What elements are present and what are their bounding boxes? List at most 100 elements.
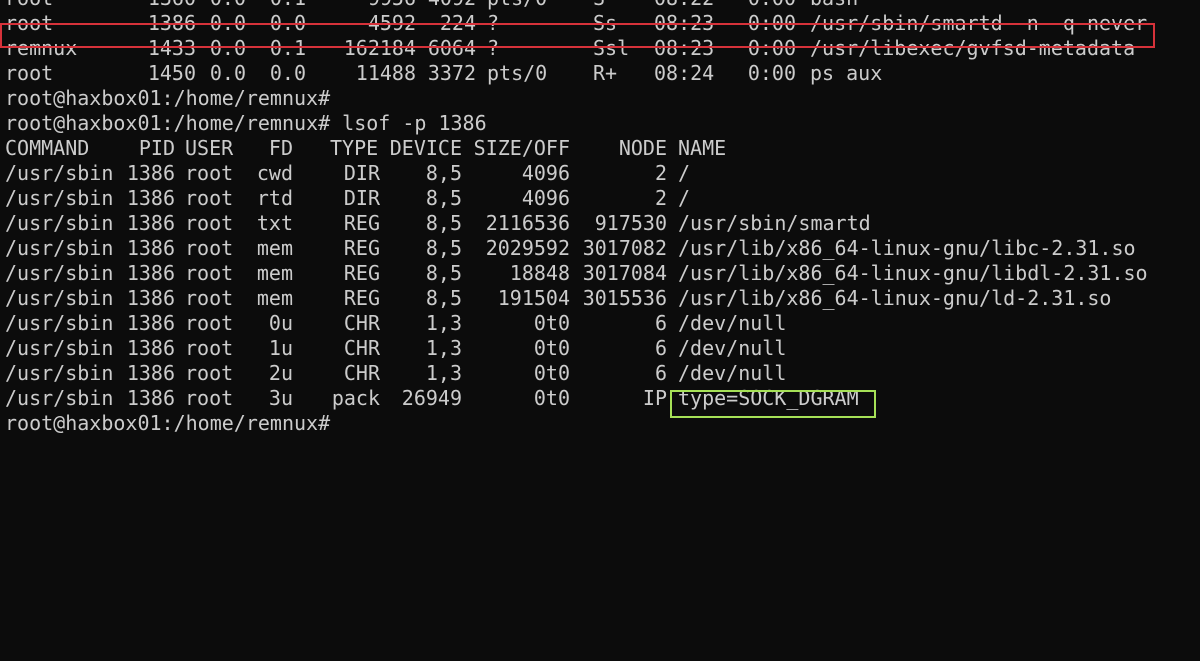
header-user: USER bbox=[185, 136, 234, 160]
ps-row: root 1386 0.0 0.0 4592 224 ? Ss 08:23 0:… bbox=[0, 11, 1200, 36]
ps-user: root bbox=[5, 0, 53, 11]
lsof-node: 3015536 bbox=[582, 286, 667, 310]
ps-cpu: 0.0 bbox=[209, 36, 246, 60]
lsof-device: 8,5 bbox=[425, 186, 462, 210]
ps-pid: 1386 bbox=[147, 11, 196, 35]
lsof-node: 3017082 bbox=[582, 236, 667, 260]
lsof-node: 6 bbox=[654, 336, 667, 360]
ps-mem: 0.1 bbox=[269, 36, 306, 60]
lsof-type: DIR bbox=[343, 186, 380, 210]
lsof-node: 2 bbox=[654, 161, 667, 185]
ps-start: 08:22 bbox=[654, 0, 714, 11]
header-type: TYPE bbox=[330, 136, 379, 160]
ps-tty: pts/0 bbox=[487, 0, 547, 11]
lsof-name: /usr/lib/x86_64-linux-gnu/libdl-2.31.so bbox=[678, 261, 1148, 285]
ps-pid: 1360 bbox=[148, 0, 196, 11]
lsof-size: 2116536 bbox=[485, 211, 570, 235]
ps-command: /usr/libexec/gvfsd-metadata bbox=[810, 36, 1136, 60]
ps-row: remnux 1433 0.0 0.1 162184 6064 ? Ssl 08… bbox=[0, 36, 1200, 61]
lsof-fd: 1u bbox=[268, 336, 293, 360]
lsof-command: /usr/sbin bbox=[5, 336, 114, 360]
lsof-pid: 1386 bbox=[126, 311, 175, 335]
lsof-command: /usr/sbin bbox=[5, 236, 114, 260]
lsof-command: /usr/sbin bbox=[5, 386, 114, 410]
lsof-fd: cwd bbox=[256, 161, 293, 185]
lsof-name: type=SOCK_DGRAM bbox=[678, 386, 859, 410]
lsof-user: root bbox=[185, 261, 234, 285]
lsof-device: 1,3 bbox=[425, 336, 462, 360]
lsof-user: root bbox=[185, 161, 234, 185]
header-device: DEVICE bbox=[389, 136, 462, 160]
lsof-device: 8,5 bbox=[425, 286, 462, 310]
ps-row: root 1450 0.0 0.0 11488 3372 pts/0 R+ 08… bbox=[0, 61, 1200, 86]
ps-user: root bbox=[5, 11, 54, 35]
lsof-type: REG bbox=[343, 286, 380, 310]
lsof-size: 0t0 bbox=[533, 336, 570, 360]
ps-user: root bbox=[5, 61, 54, 85]
lsof-size: 4096 bbox=[521, 186, 570, 210]
lsof-pid: 1386 bbox=[126, 261, 175, 285]
header-command: COMMAND bbox=[5, 136, 90, 160]
lsof-device: 26949 bbox=[401, 386, 462, 410]
lsof-row: /usr/sbin 1386 root 2u CHR 1,3 0t0 6 /de… bbox=[0, 361, 1200, 386]
lsof-row: /usr/sbin 1386 root 1u CHR 1,3 0t0 6 /de… bbox=[0, 336, 1200, 361]
lsof-type: REG bbox=[343, 236, 380, 260]
ps-mem: 0.0 bbox=[269, 11, 306, 35]
ps-start: 08:23 bbox=[654, 36, 715, 60]
shell-prompt: root@haxbox01:/home/remnux# bbox=[0, 86, 1200, 111]
lsof-size: 191504 bbox=[497, 286, 570, 310]
ps-cpu: 0.0 bbox=[209, 11, 246, 35]
ps-time: 0:00 bbox=[747, 61, 796, 85]
lsof-node: IP bbox=[642, 386, 667, 410]
lsof-user: root bbox=[185, 311, 234, 335]
lsof-device: 1,3 bbox=[425, 311, 462, 335]
lsof-user: root bbox=[185, 236, 234, 260]
ps-rss: 224 bbox=[439, 11, 476, 35]
lsof-fd: 3u bbox=[268, 386, 293, 410]
terminal-window[interactable]: root 1360 0.0 0.1 9956 4092 pts/0 S 08:2… bbox=[0, 0, 1200, 436]
ps-vsz: 9956 bbox=[368, 0, 416, 11]
ps-vsz: 4592 bbox=[367, 11, 416, 35]
lsof-fd: rtd bbox=[256, 186, 293, 210]
lsof-name: /dev/null bbox=[678, 361, 787, 385]
lsof-type: REG bbox=[343, 261, 380, 285]
lsof-fd: mem bbox=[256, 261, 293, 285]
lsof-header: COMMAND PID USER FD TYPE DEVICE SIZE/OFF… bbox=[0, 136, 1200, 161]
ps-mem: 0.0 bbox=[269, 61, 306, 85]
lsof-name: /dev/null bbox=[678, 311, 787, 335]
lsof-row: /usr/sbin 1386 root 0u CHR 1,3 0t0 6 /de… bbox=[0, 311, 1200, 336]
lsof-device: 1,3 bbox=[425, 361, 462, 385]
lsof-name: /usr/lib/x86_64-linux-gnu/ld-2.31.so bbox=[678, 286, 1112, 310]
lsof-name: / bbox=[678, 186, 691, 210]
lsof-type: REG bbox=[343, 211, 380, 235]
header-fd: FD bbox=[268, 136, 293, 160]
ps-cpu: 0.0 bbox=[209, 61, 246, 85]
ps-vsz: 11488 bbox=[355, 61, 416, 85]
lsof-pid: 1386 bbox=[126, 361, 175, 385]
lsof-user: root bbox=[185, 386, 234, 410]
lsof-node: 917530 bbox=[594, 211, 667, 235]
lsof-device: 8,5 bbox=[425, 211, 462, 235]
lsof-row: /usr/sbin 1386 root mem REG 8,5 2029592 … bbox=[0, 236, 1200, 261]
ps-stat: S bbox=[593, 0, 605, 11]
lsof-row: /usr/sbin 1386 root mem REG 8,5 18848 30… bbox=[0, 261, 1200, 286]
command-text: root@haxbox01:/home/remnux# lsof -p 1386 bbox=[5, 111, 487, 135]
header-size: SIZE/OFF bbox=[473, 136, 570, 160]
lsof-user: root bbox=[185, 336, 234, 360]
lsof-size: 0t0 bbox=[533, 311, 570, 335]
ps-tty: ? bbox=[487, 11, 500, 35]
lsof-pid: 1386 bbox=[126, 336, 175, 360]
lsof-node: 2 bbox=[654, 186, 667, 210]
lsof-device: 8,5 bbox=[425, 236, 462, 260]
ps-stat: Ssl bbox=[593, 36, 630, 60]
ps-rss: 4092 bbox=[428, 0, 476, 11]
lsof-command: /usr/sbin bbox=[5, 161, 114, 185]
lsof-size: 4096 bbox=[521, 161, 570, 185]
lsof-command: /usr/sbin bbox=[5, 211, 114, 235]
ps-rss: 3372 bbox=[427, 61, 476, 85]
lsof-user: root bbox=[185, 186, 234, 210]
header-name: NAME bbox=[678, 136, 727, 160]
ps-cpu: 0.0 bbox=[210, 0, 246, 11]
lsof-command: /usr/sbin bbox=[5, 311, 114, 335]
lsof-name: /usr/lib/x86_64-linux-gnu/libc-2.31.so bbox=[678, 236, 1136, 260]
